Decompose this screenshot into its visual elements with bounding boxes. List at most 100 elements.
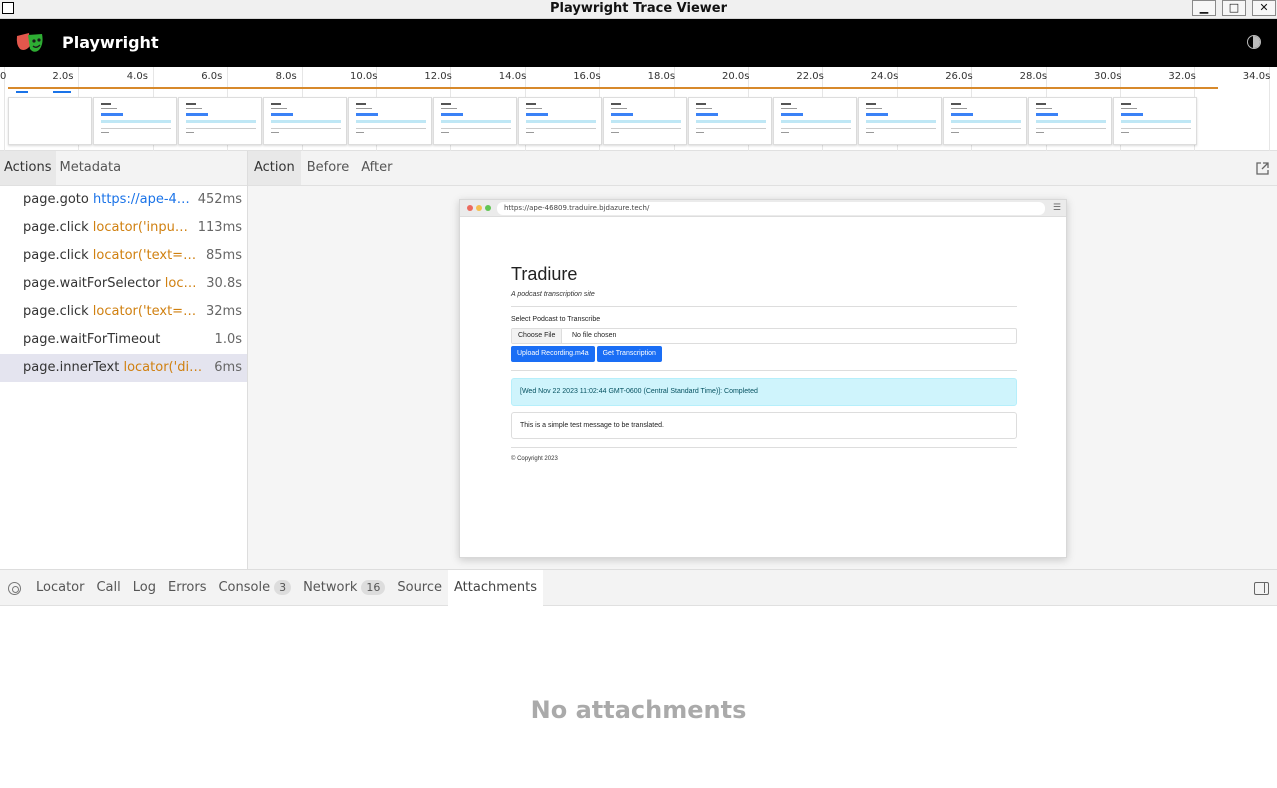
timeline-tick-label: 10.0s — [350, 71, 378, 82]
filmstrip-frame[interactable] — [518, 97, 602, 145]
action-name: page.click — [23, 248, 89, 263]
tab-label: Source — [397, 580, 443, 595]
tab-metadata[interactable]: Metadata — [56, 151, 126, 185]
tab-source[interactable]: Source — [391, 570, 448, 606]
timeline-tick-label: 28.0s — [1019, 71, 1048, 82]
pick-locator-icon[interactable] — [8, 582, 21, 595]
browser-chrome: https://ape-46809.traduire.bjdazure.tech… — [460, 200, 1066, 217]
timeline-tick-label: 32.0s — [1168, 71, 1196, 82]
tab-after[interactable]: After — [355, 151, 398, 185]
bottom-tabbar: Locator Call Log Errors Console 3 Network 16 Sou… — [0, 569, 1277, 606]
tab-log[interactable]: Log — [127, 570, 162, 606]
playwright-logo-icon — [16, 33, 43, 52]
snapshot-pane: Action Before After https://ape-46809.tr… — [248, 151, 1277, 569]
action-duration: 6ms — [214, 360, 242, 375]
filmstrip-frame[interactable] — [433, 97, 517, 145]
tab-action[interactable]: Action — [248, 151, 301, 185]
timeline-tick-label: 0 — [0, 71, 7, 82]
snapshot-browser-frame: https://ape-46809.traduire.bjdazure.tech… — [459, 199, 1067, 558]
timeline-tick-label: 6.0s — [201, 71, 223, 82]
action-item[interactable]: page.click locator('input… 113ms — [0, 214, 247, 242]
divider — [511, 447, 1017, 448]
filmstrip-frame[interactable] — [93, 97, 177, 145]
action-item[interactable]: page.waitForTimeout 1.0s — [0, 326, 247, 354]
action-name: page.waitForSelector — [23, 276, 161, 291]
filmstrip-frame[interactable] — [773, 97, 857, 145]
filmstrip-frame[interactable] — [1028, 97, 1112, 145]
tab-label: Call — [96, 580, 121, 595]
action-item[interactable]: page.innerText locator('div… 6ms — [0, 354, 247, 382]
hamburger-icon: ☰ — [1052, 203, 1061, 213]
maximize-button[interactable]: □ — [1222, 0, 1246, 16]
action-duration: 452ms — [197, 192, 242, 207]
filmstrip-frame[interactable] — [858, 97, 942, 145]
action-duration: 1.0s — [214, 332, 242, 347]
filmstrip-frame[interactable] — [943, 97, 1027, 145]
action-name: page.goto — [23, 192, 89, 207]
timeline-tick-label: 18.0s — [647, 71, 676, 82]
tab-label: Errors — [168, 580, 207, 595]
timeline[interactable]: 0 2.0s 4.0s 6.0s 8.0s 10.0s 12.0s 14.0s 16.0s 18.… — [0, 67, 1277, 151]
action-item[interactable]: page.waitForSelector loc… 30.8s — [0, 270, 247, 298]
open-in-new-window-icon[interactable] — [1255, 161, 1270, 176]
timeline-tick-label: 34.0s — [1242, 71, 1271, 82]
action-name: page.innerText — [23, 360, 120, 375]
status-alert: [Wed Nov 22 2023 11:02:44 GMT-0600 (Cent… — [511, 378, 1017, 406]
site-title: Tradiure — [511, 264, 578, 284]
minimize-dot-icon — [476, 205, 482, 211]
minimize-button[interactable]: ▁ — [1192, 0, 1216, 16]
filmstrip-frame[interactable] — [178, 97, 262, 145]
select-podcast-label: Select Podcast to Transcribe — [511, 316, 601, 323]
app-title: Playwright — [62, 33, 159, 52]
filmstrip-frame[interactable] — [603, 97, 687, 145]
action-argument: locator('input… — [92, 220, 192, 235]
filmstrip-frame[interactable] — [688, 97, 772, 145]
action-argument: locator('text=… — [92, 248, 197, 263]
filmstrip-frame[interactable] — [1113, 97, 1197, 145]
action-item[interactable]: page.click locator('text=… 85ms — [0, 242, 247, 270]
timeline-tick-label: 24.0s — [870, 71, 899, 82]
tab-label: Locator — [36, 580, 85, 595]
toggle-sidebar-icon[interactable] — [1254, 582, 1269, 595]
action-item[interactable]: page.goto https://ape-4… 452ms — [0, 186, 247, 214]
close-button[interactable]: ✕ — [1252, 0, 1276, 16]
action-argument: loc… — [164, 276, 197, 291]
get-transcription-button[interactable]: Get Transcription — [596, 346, 662, 362]
tab-label: Network — [303, 580, 358, 595]
timeline-action-marker — [16, 91, 28, 93]
divider — [511, 370, 1017, 371]
tab-before[interactable]: Before — [301, 151, 356, 185]
filmstrip-frame[interactable] — [8, 97, 92, 145]
snapshot-url: https://ape-46809.traduire.bjdazure.tech… — [497, 202, 1045, 215]
close-dot-icon — [467, 205, 473, 211]
tab-network[interactable]: Network 16 — [297, 570, 391, 606]
tab-label: Attachments — [454, 580, 537, 595]
timeline-tick-label: 20.0s — [722, 71, 750, 82]
snapshot-tabbar: Action Before After — [248, 151, 1277, 186]
tab-errors[interactable]: Errors — [162, 570, 212, 606]
action-argument: https://ape-4… — [93, 192, 190, 207]
tab-console[interactable]: Console 3 — [212, 570, 297, 606]
count-badge: 16 — [361, 580, 386, 595]
tab-locator[interactable]: Locator — [30, 570, 90, 606]
action-duration: 32ms — [206, 304, 242, 319]
timeline-tick-label: 14.0s — [498, 71, 527, 82]
choose-file-button[interactable]: Choose File — [512, 329, 563, 343]
tab-attachments[interactable]: Attachments — [448, 570, 543, 606]
tab-call[interactable]: Call — [90, 570, 126, 606]
action-duration: 30.8s — [206, 276, 242, 291]
filmstrip[interactable] — [8, 97, 1198, 145]
action-name: page.click — [23, 304, 89, 319]
tab-actions[interactable]: Actions — [0, 151, 56, 185]
window-titlebar: Playwright Trace Viewer ▁ □ ✕ — [0, 0, 1277, 19]
filmstrip-frame[interactable] — [263, 97, 347, 145]
transcription-message: This is a simple test message to be tran… — [511, 412, 1017, 439]
theme-toggle-icon[interactable] — [1247, 35, 1261, 49]
upload-recording-button[interactable]: Upload Recording.m4a — [511, 346, 595, 362]
window-title: Playwright Trace Viewer — [549, 1, 728, 16]
filmstrip-frame[interactable] — [348, 97, 432, 145]
file-input[interactable]: Choose File No file chosen — [511, 328, 1017, 344]
action-item[interactable]: page.click locator('text=… 32ms — [0, 298, 247, 326]
timeline-action-marker — [53, 91, 71, 93]
timeline-tick-label: 2.0s — [52, 71, 74, 82]
